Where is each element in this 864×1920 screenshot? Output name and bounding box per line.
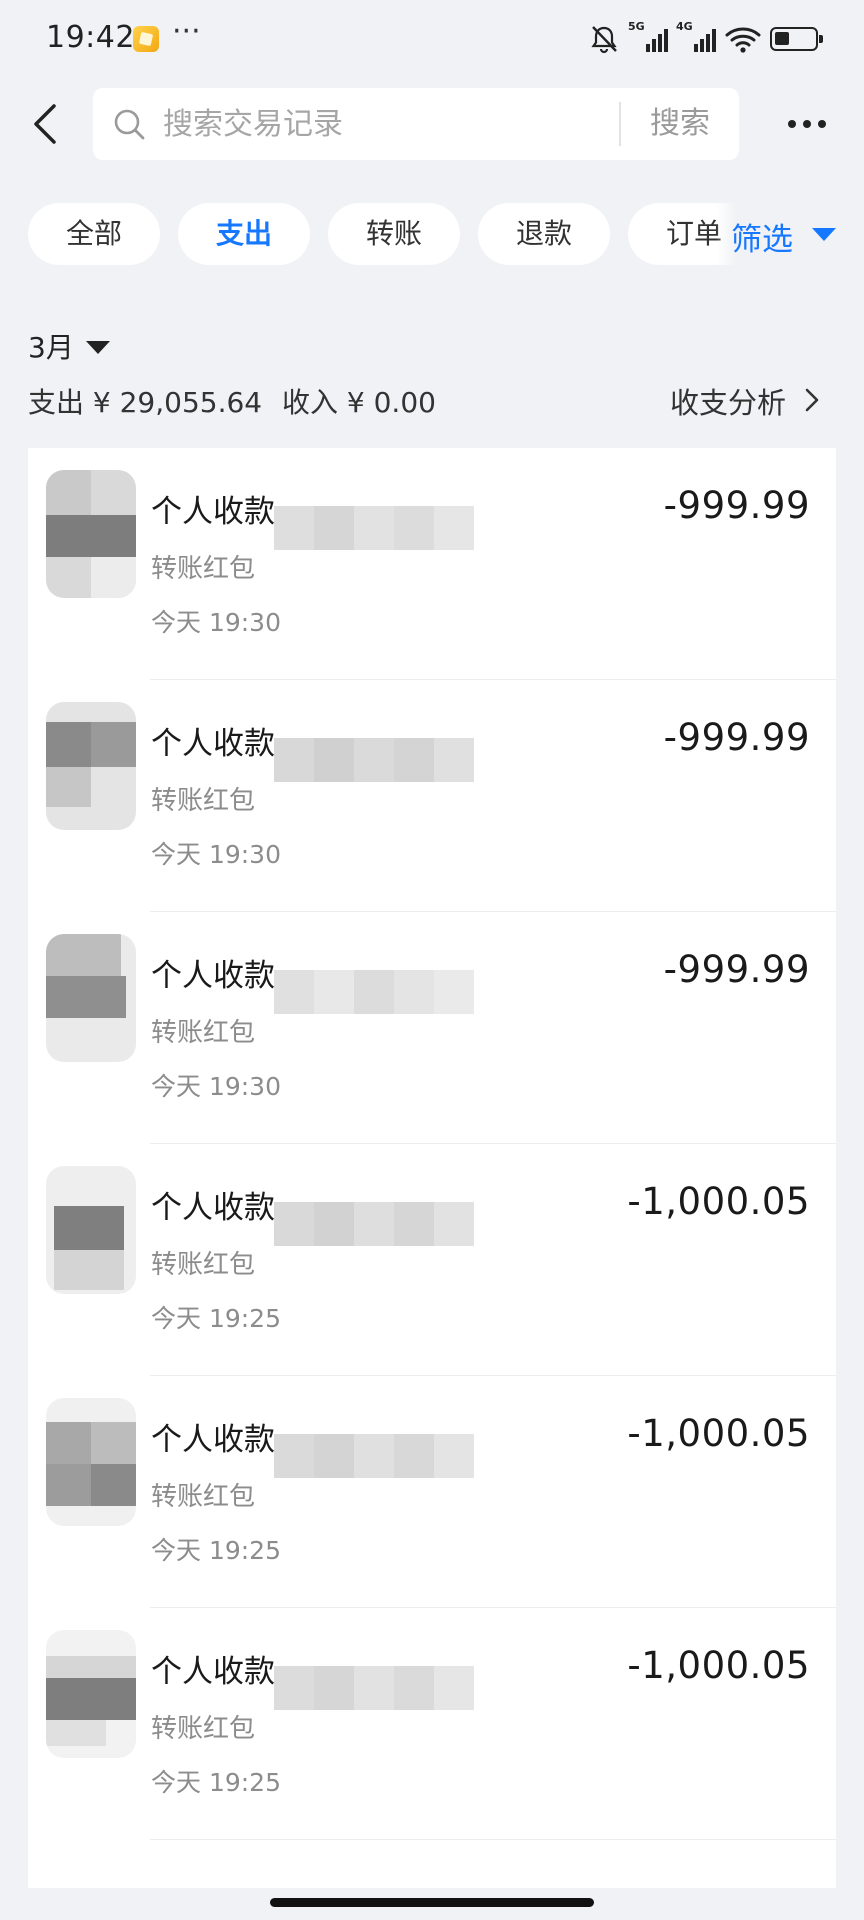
transaction-amount: -1,000.05: [627, 1180, 810, 1223]
month-selector[interactable]: 3月: [28, 326, 74, 366]
transaction-list: 个人收款 转账红包 今天 19:30 -999.99 个人收款- 转账红包 今天…: [28, 448, 836, 1888]
transaction-row[interactable]: 个人收款- 转账红包 今天 19:25 -1,000.05: [28, 1376, 836, 1608]
tab-transfer[interactable]: 转账: [328, 203, 460, 265]
transaction-title: 个人收款: [151, 958, 275, 994]
tab-refund[interactable]: 退款: [478, 203, 610, 265]
avatar: [46, 1166, 136, 1294]
avatar: [46, 1630, 136, 1758]
tab-expense[interactable]: 支出: [178, 203, 310, 265]
redacted-name: [274, 970, 474, 1014]
transaction-subtitle: 转账红包: [151, 1250, 256, 1280]
transaction-title: 个人收款: [151, 1654, 275, 1690]
signal-4g-icon: 4G: [676, 20, 716, 54]
transaction-row[interactable]: 个人收款 转账红包 今天 19:25 -1,000.05: [28, 1608, 836, 1840]
search-button[interactable]: 搜索: [621, 88, 739, 160]
transaction-subtitle: 转账红包: [151, 1018, 256, 1048]
avatar: [46, 1398, 136, 1526]
search-bar[interactable]: 搜索: [93, 88, 739, 160]
transaction-title: 个人收款-: [151, 1422, 287, 1458]
transaction-row[interactable]: 个人收款- 转账红包 今天 19:25 -1,000.05: [28, 1144, 836, 1376]
app-notification-icon: [133, 26, 159, 52]
transaction-time: 今天 19:30: [151, 1072, 281, 1101]
transaction-subtitle: 转账红包: [151, 786, 256, 816]
signal-5g-icon: 5G: [628, 20, 668, 54]
transaction-row[interactable]: 个人收款 转账红包 今天 19:30 -999.99: [28, 448, 836, 680]
transaction-title: 个人收款: [151, 494, 275, 530]
redacted-name: [274, 1434, 474, 1478]
filter-button[interactable]: 筛选: [731, 214, 793, 258]
transaction-subtitle: 转账红包: [151, 1714, 256, 1744]
status-time: 19:42: [46, 20, 135, 55]
transaction-row[interactable]: 个人收款- 转账红包 今天 19:30 -999.99: [28, 680, 836, 912]
transaction-row[interactable]: 个人收款 转账红包 今天 19:30 -999.99: [28, 912, 836, 1144]
chevron-right-icon[interactable]: [803, 385, 821, 415]
tab-all[interactable]: 全部: [28, 203, 160, 265]
transaction-amount: -999.99: [663, 948, 810, 991]
row-divider: [150, 1838, 836, 1840]
transaction-time: 今天 19:30: [151, 840, 281, 869]
income-total: 收入 ¥ 0.00: [282, 386, 436, 419]
avatar: [46, 470, 136, 598]
redacted-name: [274, 738, 474, 782]
transaction-title: 个人收款-: [151, 1190, 287, 1226]
transaction-time: 今天 19:25: [151, 1304, 281, 1333]
transaction-time: 今天 19:25: [151, 1768, 281, 1797]
signal-4g-label: 4G: [676, 20, 693, 33]
transaction-amount: -1,000.05: [627, 1644, 810, 1687]
redacted-name: [274, 506, 474, 550]
month-caret-icon[interactable]: [86, 341, 110, 354]
expense-total: 支出 ¥ 29,055.64: [28, 386, 263, 419]
transaction-title: 个人收款-: [151, 726, 287, 762]
analysis-link[interactable]: 收支分析: [670, 380, 786, 422]
signal-5g-label: 5G: [628, 20, 645, 33]
redacted-name: [274, 1666, 474, 1710]
more-options-icon[interactable]: [788, 110, 840, 138]
redacted-name: [274, 1202, 474, 1246]
transaction-subtitle: 转账红包: [151, 1482, 256, 1512]
transaction-amount: -1,000.05: [627, 1412, 810, 1455]
bell-muted-icon: [591, 26, 617, 54]
filter-caret-icon[interactable]: [812, 228, 836, 241]
search-icon: [114, 109, 145, 140]
avatar: [46, 934, 136, 1062]
battery-icon: [770, 27, 823, 51]
transaction-time: 今天 19:30: [151, 608, 281, 637]
transaction-time: 今天 19:25: [151, 1536, 281, 1565]
wifi-icon: [725, 27, 761, 53]
back-arrow-icon[interactable]: [26, 100, 66, 148]
home-indicator[interactable]: [270, 1898, 594, 1907]
status-indicators: 5G 4G: [588, 20, 823, 56]
transaction-amount: -999.99: [663, 716, 810, 759]
avatar: [46, 702, 136, 830]
transaction-amount: -999.99: [663, 484, 810, 527]
transaction-subtitle: 转账红包: [151, 554, 256, 584]
status-bar: 19:42 ··· 5G 4G: [0, 0, 864, 80]
status-more-dots: ···: [172, 14, 201, 49]
